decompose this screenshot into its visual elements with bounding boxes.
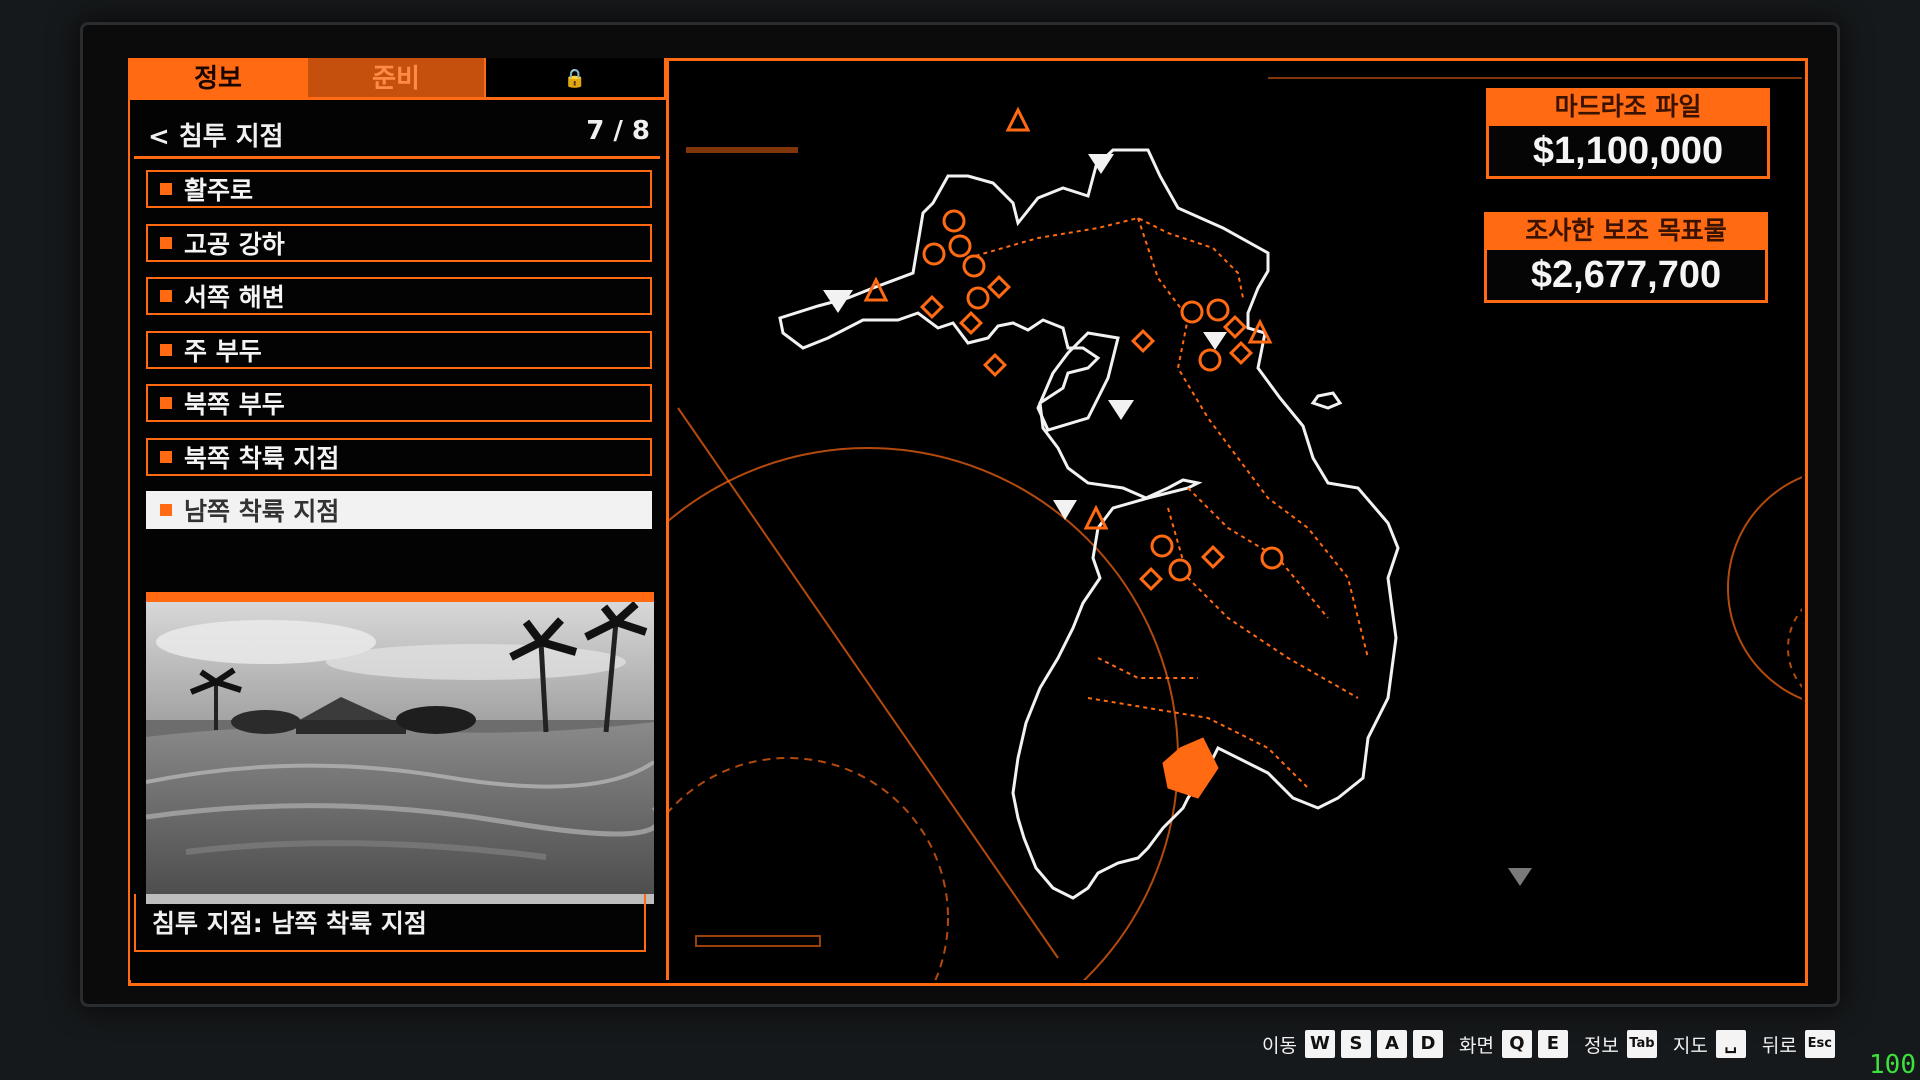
list-item-label: 고공 강하	[184, 229, 285, 259]
primary-target-value: $1,100,000	[1486, 126, 1770, 179]
bullet-icon	[160, 236, 172, 249]
diamond-marker-icon	[1138, 566, 1164, 592]
entry-triangle-icon[interactable]	[1508, 868, 1532, 886]
control-hints: 이동 W S A D 화면 Q E 정보 Tab 지도 ␣ 뒤로 Esc	[1252, 1026, 1892, 1062]
diamond-marker-icon	[1222, 314, 1248, 340]
weed-icon	[948, 234, 972, 258]
beach-photo	[146, 602, 654, 894]
scale-bar-icon	[695, 935, 821, 947]
hint-back-label: 뒤로	[1761, 1034, 1797, 1057]
diamond-marker-icon	[958, 310, 984, 336]
list-item-north-dock[interactable]: 북쪽 부두	[146, 384, 652, 422]
primary-target-box: 마드라조 파일 $1,100,000	[1486, 88, 1770, 179]
key-tab[interactable]: Tab	[1626, 1030, 1657, 1058]
diamond-marker-icon	[986, 274, 1012, 300]
key-e[interactable]: E	[1537, 1030, 1568, 1058]
key-esc[interactable]: Esc	[1804, 1030, 1835, 1058]
section-title[interactable]: < 침투 지점	[148, 116, 284, 153]
hint-info-label: 정보	[1583, 1034, 1619, 1057]
list-item-west-beach[interactable]: 서쪽 해변	[146, 277, 652, 315]
range-ring-right	[1727, 467, 1920, 709]
secondary-target-value: $2,677,700	[1484, 250, 1768, 303]
secondary-target-box: 조사한 보조 목표물 $2,677,700	[1484, 212, 1768, 303]
weed-icon	[1180, 300, 1204, 324]
map-canvas	[557, 77, 1920, 1079]
tab-prep[interactable]: 준비	[308, 58, 486, 100]
entry-triangle-icon[interactable]	[1053, 500, 1077, 520]
list-item-south-drop-zone[interactable]: 남쪽 착륙 지점	[146, 491, 652, 529]
primary-target-label: 마드라조 파일	[1486, 88, 1770, 126]
tab-locked: 🔒	[486, 58, 666, 100]
list-item-label: 서쪽 해변	[184, 283, 285, 312]
islet-outline	[1310, 391, 1343, 410]
diamond-marker-icon	[1200, 544, 1226, 570]
lock-icon: 🔒	[563, 68, 587, 89]
list-item-runway[interactable]: 활주로	[146, 170, 652, 208]
bullet-icon	[160, 504, 172, 516]
key-a[interactable]: A	[1376, 1030, 1407, 1058]
bullet-icon	[160, 290, 172, 302]
island-map[interactable]	[557, 58, 1920, 1079]
entry-triangle-icon[interactable]	[1108, 400, 1134, 420]
cash-icon	[966, 286, 990, 310]
guard-triangle-icon	[1083, 504, 1109, 530]
entry-triangle-icon[interactable]	[823, 290, 853, 313]
weed-icon	[1198, 348, 1222, 372]
tab-info[interactable]: 정보	[130, 58, 308, 100]
key-q[interactable]: Q	[1501, 1030, 1532, 1058]
south-drop-zone-marker[interactable]	[1162, 737, 1219, 799]
weed-icon	[1206, 298, 1230, 322]
guard-triangle-icon	[1005, 106, 1031, 132]
cash-icon	[1150, 534, 1174, 558]
section-header: < 침투 지점 7 / 8	[134, 106, 660, 159]
bullet-icon	[160, 450, 172, 463]
hint-view-label: 화면	[1458, 1034, 1494, 1057]
entry-point-list: 활주로 고공 강하 서쪽 해변 주 부두 북쪽 부두 북쪽 착륙 지점 남쪽 착…	[146, 170, 652, 545]
hint-move-label: 이동	[1262, 1034, 1297, 1057]
diamond-marker-icon	[1228, 340, 1254, 366]
list-item-label: 남쪽 착륙 지점	[184, 497, 340, 526]
cash-icon	[1260, 546, 1284, 570]
preview-caption: 침투 지점: 남쪽 착륙 지점	[152, 909, 427, 938]
cocaine-icon	[962, 254, 986, 278]
tab-bar: 정보 준비 🔒	[130, 58, 666, 102]
list-item-label: 활주로	[184, 176, 254, 205]
fps-counter: 100	[1869, 1050, 1916, 1080]
diamond-marker-icon	[919, 294, 945, 320]
entry-count: 7 / 8	[586, 116, 650, 146]
cash-icon	[922, 242, 946, 266]
range-ring-right-dashed	[1787, 587, 1909, 709]
entry-triangle-icon[interactable]	[1203, 332, 1227, 350]
key-s[interactable]: S	[1340, 1030, 1371, 1058]
key-space[interactable]: ␣	[1715, 1030, 1746, 1058]
entry-preview-image	[146, 592, 654, 904]
bullet-icon	[160, 397, 172, 409]
cash-icon	[942, 209, 966, 233]
caption-box: 침투 지점: 남쪽 착륙 지점	[134, 894, 646, 952]
left-panel: 정보 준비 🔒 < 침투 지점 7 / 8 활주로 고공 강하 서쪽 해변 주 …	[130, 58, 669, 980]
list-item-label: 주 부두	[184, 336, 262, 366]
entry-triangle-icon[interactable]	[1088, 154, 1114, 174]
key-w[interactable]: W	[1304, 1030, 1335, 1058]
diamond-marker-icon	[1130, 328, 1156, 354]
key-d[interactable]: D	[1412, 1030, 1443, 1058]
secondary-target-label: 조사한 보조 목표물	[1484, 212, 1768, 250]
bullet-icon	[160, 183, 172, 195]
cash-icon	[1168, 558, 1192, 582]
diamond-marker-icon	[982, 352, 1008, 378]
list-item-halo-jump[interactable]: 고공 강하	[146, 223, 652, 262]
list-item-label: 북쪽 착륙 지점	[184, 443, 340, 473]
list-item-main-dock[interactable]: 주 부두	[146, 330, 652, 369]
hint-map-label: 지도	[1672, 1034, 1708, 1057]
bearing-line	[677, 407, 1059, 959]
list-item-label: 북쪽 부두	[184, 390, 285, 419]
list-item-north-drop-zone[interactable]: 북쪽 착륙 지점	[146, 437, 652, 476]
bullet-icon	[160, 343, 172, 356]
